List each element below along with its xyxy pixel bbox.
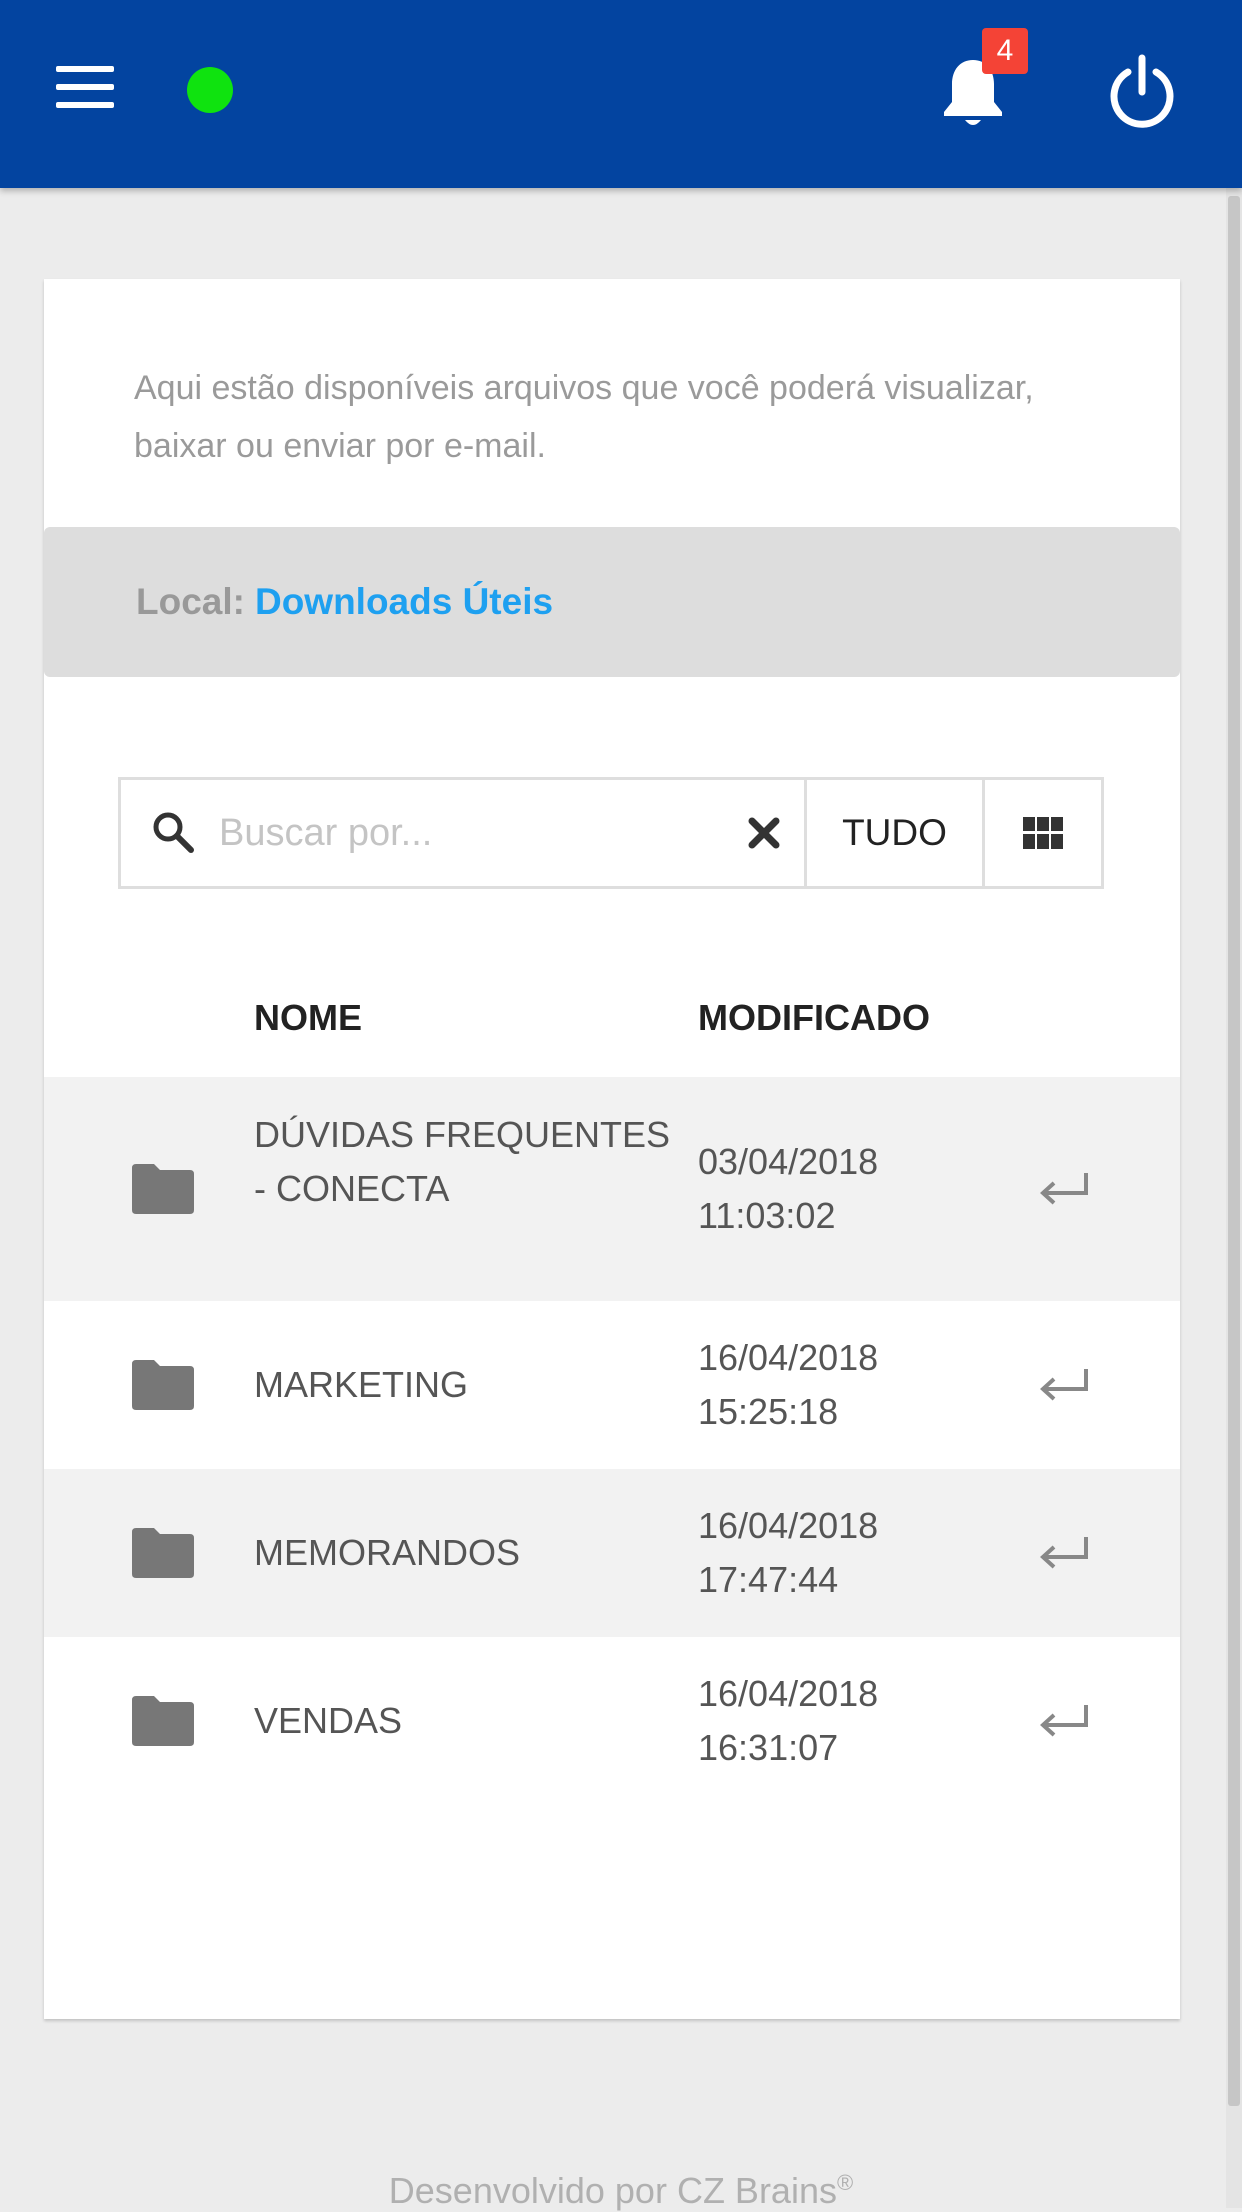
grid-view-icon: [1023, 817, 1063, 849]
search-bar: TUDO: [118, 777, 1104, 889]
column-header-modified[interactable]: MODIFICADO: [698, 997, 930, 1039]
folder-icon: [132, 1164, 194, 1214]
location-label: Local:: [136, 581, 245, 622]
search-field: [121, 780, 807, 886]
return-arrow-icon[interactable]: [1038, 1535, 1090, 1571]
folder-icon: [132, 1360, 194, 1410]
folder-name[interactable]: MARKETING: [254, 1358, 674, 1412]
modified-time: 15:25:18: [698, 1391, 839, 1432]
intro-text: Aqui estão disponíveis arquivos que você…: [134, 369, 1034, 465]
close-x-icon: [748, 817, 780, 849]
footer-text: Desenvolvido por CZ Brains: [388, 2170, 837, 2211]
folder-icon: [132, 1528, 194, 1578]
table-row[interactable]: MEMORANDOS 16/04/2018 17:47:44: [44, 1469, 1180, 1637]
search-icon: [153, 812, 194, 853]
location-breadcrumb: Local: Downloads Úteis: [44, 527, 1180, 677]
modified-datetime: 16/04/2018 17:47:44: [698, 1499, 958, 1607]
notification-count-badge: 4: [982, 28, 1028, 74]
return-arrow-icon[interactable]: [1038, 1703, 1090, 1739]
table-row[interactable]: VENDAS 16/04/2018 16:31:07: [44, 1637, 1180, 1805]
modified-time: 16:31:07: [698, 1727, 839, 1768]
modified-time: 11:03:02: [698, 1195, 836, 1236]
modified-time: 17:47:44: [698, 1559, 839, 1600]
modified-date: 16/04/2018: [698, 1673, 879, 1714]
footer-credit: Desenvolvido por CZ Brains®: [0, 2170, 1242, 2212]
scrollbar-thumb[interactable]: [1228, 196, 1240, 2106]
modified-datetime: 16/04/2018 15:25:18: [698, 1331, 958, 1439]
online-status-indicator: [187, 67, 233, 113]
return-arrow-icon[interactable]: [1038, 1367, 1090, 1403]
table-row[interactable]: MARKETING 16/04/2018 15:25:18: [44, 1301, 1180, 1469]
modified-date: 16/04/2018: [698, 1337, 879, 1378]
grid-view-button[interactable]: [985, 780, 1101, 886]
modified-datetime: 03/04/2018 11:03:02: [698, 1135, 958, 1243]
power-icon[interactable]: [1106, 54, 1178, 130]
registered-mark: ®: [836, 2170, 854, 2195]
folder-name[interactable]: DÚVIDAS FREQUENTES - CONECTA: [254, 1108, 674, 1216]
return-arrow-icon[interactable]: [1038, 1171, 1090, 1207]
folder-name[interactable]: MEMORANDOS: [254, 1526, 674, 1580]
search-input[interactable]: [217, 798, 717, 868]
modified-date: 16/04/2018: [698, 1505, 879, 1546]
clear-search-button[interactable]: [734, 800, 794, 866]
hamburger-menu-icon[interactable]: [56, 66, 114, 108]
modified-date: 03/04/2018: [698, 1141, 879, 1182]
modified-datetime: 16/04/2018 16:31:07: [698, 1667, 958, 1775]
app-header: 4: [0, 0, 1242, 188]
folder-name[interactable]: VENDAS: [254, 1694, 674, 1748]
folder-icon: [132, 1696, 194, 1746]
location-link[interactable]: Downloads Úteis: [255, 581, 553, 623]
downloads-card: Aqui estão disponíveis arquivos que você…: [44, 279, 1180, 2019]
table-row[interactable]: DÚVIDAS FREQUENTES - CONECTA 03/04/2018 …: [44, 1077, 1180, 1301]
filter-all-button[interactable]: TUDO: [807, 780, 985, 886]
column-header-name[interactable]: NOME: [254, 997, 362, 1039]
